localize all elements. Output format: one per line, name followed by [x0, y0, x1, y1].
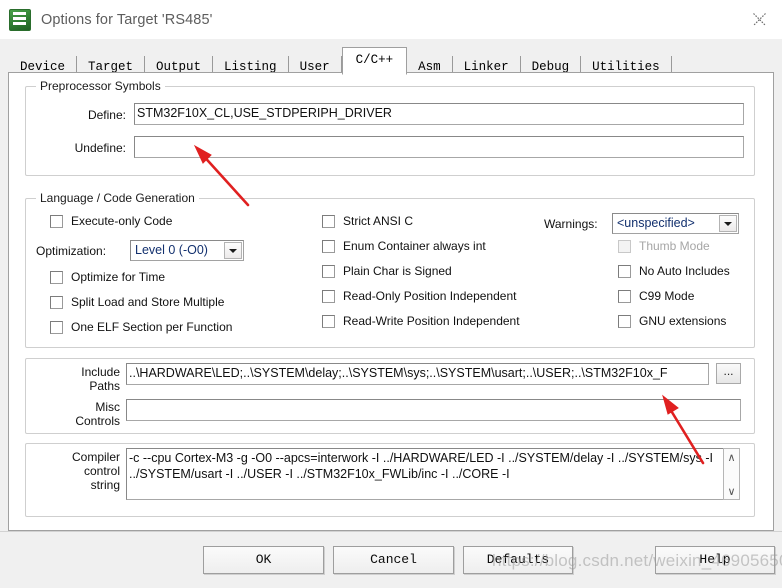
undefine-input[interactable] — [134, 136, 744, 158]
chevron-down-icon[interactable] — [719, 215, 737, 232]
checkbox-gnu-extensions[interactable] — [618, 315, 631, 328]
watermark-text: https://blog.csdn.net/weixin_46905650 — [492, 551, 782, 570]
label-read-only-position-independent: Read-Only Position Independent — [343, 289, 517, 303]
include-misc-group: Include Paths ..\HARDWARE\LED;..\SYSTEM\… — [25, 358, 755, 434]
label-thumb-mode: Thumb Mode — [639, 239, 710, 253]
checkbox-strict-ansi-c[interactable] — [322, 215, 335, 228]
window-title: Options for Target 'RS485' — [41, 11, 213, 28]
label-execute-only-code: Execute-only Code — [71, 214, 173, 228]
language-group-title: Language / Code Generation — [36, 191, 199, 205]
language-code-generation-group: Language / Code Generation Execute-only … — [25, 191, 755, 348]
compiler-label-line2: control — [83, 464, 120, 478]
compiler-label-line1: Compiler — [71, 450, 120, 464]
warnings-value: <unspecified> — [617, 216, 695, 230]
misc-controls-label-line2: Controls — [75, 414, 120, 428]
compiler-label-line3: string — [90, 478, 120, 492]
preprocessor-symbols-group: Preprocessor Symbols Define: STM32F10X_C… — [25, 79, 755, 176]
include-paths-browse-button[interactable]: ... — [716, 363, 741, 384]
options-dialog: Device Target Output Listing User C/C++ … — [0, 39, 782, 587]
checkbox-optimize-for-time[interactable] — [50, 271, 63, 284]
checkbox-plain-char-signed[interactable] — [322, 265, 335, 278]
misc-controls-label-line1: Misc — [95, 400, 120, 414]
checkbox-enum-container-int[interactable] — [322, 240, 335, 253]
compiler-string-scrollbar[interactable]: ∧ ∨ — [723, 448, 740, 500]
include-paths-label-line2: Paths — [89, 379, 120, 393]
preprocessor-group-title: Preprocessor Symbols — [36, 79, 165, 93]
checkbox-read-only-position-independent[interactable] — [322, 290, 335, 303]
label-no-auto-includes: No Auto Includes — [639, 264, 730, 278]
window-titlebar: Options for Target 'RS485' — [0, 0, 782, 40]
warnings-select[interactable]: <unspecified> — [612, 213, 739, 234]
warnings-label: Warnings: — [544, 217, 598, 231]
label-one-elf-section: One ELF Section per Function — [71, 320, 233, 334]
checkbox-execute-only-code[interactable] — [50, 215, 63, 228]
include-paths-input[interactable]: ..\HARDWARE\LED;..\SYSTEM\delay;..\SYSTE… — [126, 363, 709, 385]
uvision-app-icon — [9, 8, 31, 31]
label-plain-char-signed: Plain Char is Signed — [343, 264, 452, 278]
tab-bar: Device Target Output Listing User C/C++ … — [8, 47, 774, 78]
label-c99-mode: C99 Mode — [639, 289, 695, 303]
checkbox-one-elf-section[interactable] — [50, 321, 63, 334]
ok-button[interactable]: OK — [203, 546, 324, 574]
misc-controls-input[interactable] — [126, 399, 741, 421]
label-read-write-position-independent: Read-Write Position Independent — [343, 314, 520, 328]
compiler-control-string-textarea[interactable]: -c --cpu Cortex-M3 -g -O0 --apcs=interwo… — [126, 448, 724, 500]
optimization-value: Level 0 (-O0) — [135, 243, 208, 257]
checkbox-no-auto-includes[interactable] — [618, 265, 631, 278]
include-paths-label-line1: Include — [81, 365, 120, 379]
close-icon[interactable] — [736, 0, 782, 38]
checkbox-c99-mode[interactable] — [618, 290, 631, 303]
label-enum-container-int: Enum Container always int — [343, 239, 486, 253]
compiler-control-string-group: Compiler control string -c --cpu Cortex-… — [25, 443, 755, 517]
scroll-down-icon[interactable]: ∨ — [724, 483, 739, 499]
checkbox-read-write-position-independent[interactable] — [322, 315, 335, 328]
c-cpp-tab-page: Preprocessor Symbols Define: STM32F10X_C… — [8, 72, 774, 531]
optimization-label: Optimization: — [36, 244, 107, 258]
undefine-label: Undefine: — [74, 141, 126, 155]
label-split-load-store: Split Load and Store Multiple — [71, 295, 225, 309]
cancel-button[interactable]: Cancel — [333, 546, 454, 574]
label-gnu-extensions: GNU extensions — [639, 314, 727, 328]
checkbox-thumb-mode — [618, 240, 631, 253]
checkbox-split-load-store[interactable] — [50, 296, 63, 309]
scroll-up-icon[interactable]: ∧ — [724, 449, 739, 465]
optimization-select[interactable]: Level 0 (-O0) — [130, 240, 244, 261]
label-strict-ansi-c: Strict ANSI C — [343, 214, 414, 228]
tab-label: C/C++ — [355, 53, 394, 67]
chevron-down-icon[interactable] — [224, 242, 242, 259]
tab-c-cpp[interactable]: C/C++ — [341, 47, 408, 75]
define-label: Define: — [87, 108, 126, 122]
define-input[interactable]: STM32F10X_CL,USE_STDPERIPH_DRIVER — [134, 103, 744, 125]
label-optimize-for-time: Optimize for Time — [71, 270, 166, 284]
